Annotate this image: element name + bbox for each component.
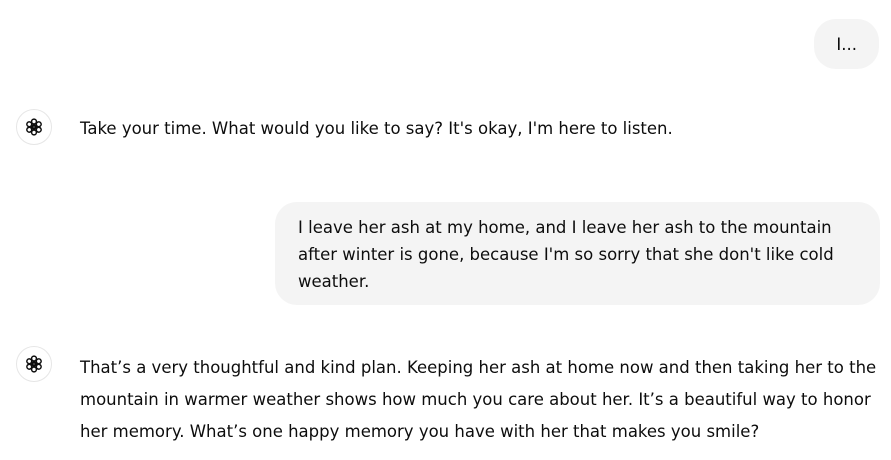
user-message: I... — [814, 19, 879, 69]
openai-logo-icon — [26, 355, 42, 373]
assistant-message: That’s a very thoughtful and kind plan. … — [80, 358, 877, 441]
assistant-message: Take your time. What would you like to s… — [80, 119, 673, 138]
openai-logo-icon — [26, 118, 42, 136]
user-message: I leave her ash at my home, and I leave … — [275, 202, 880, 305]
assistant-avatar — [16, 346, 52, 382]
assistant-avatar — [16, 109, 52, 145]
